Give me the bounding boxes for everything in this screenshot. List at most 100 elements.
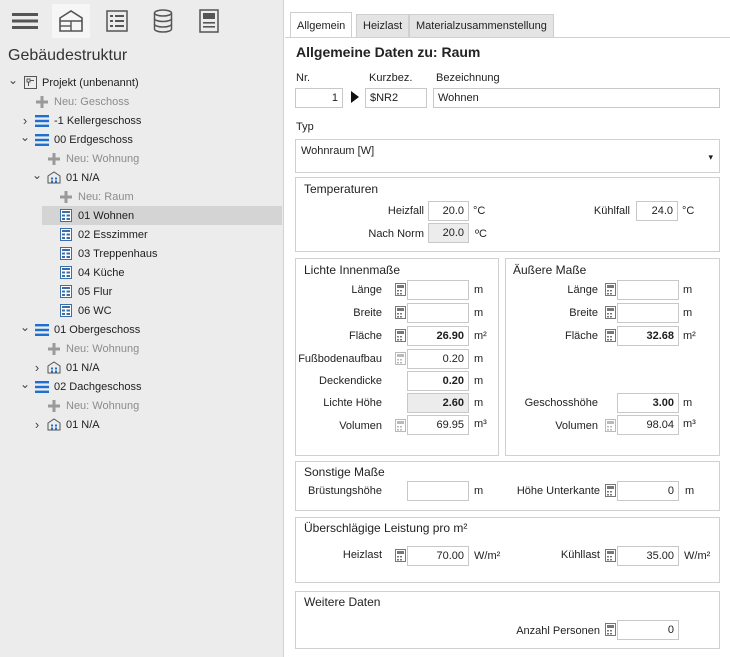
aeussere-breite-field[interactable]: [617, 303, 679, 323]
lichte-breite-label: Breite: [353, 307, 382, 319]
kuehlfall-field[interactable]: 24.0: [636, 201, 678, 221]
tree-item[interactable]: › 01 N/A: [32, 358, 272, 377]
tree-item-label: Neu: Wohnung: [66, 152, 140, 165]
calculator-icon[interactable]: [395, 549, 406, 562]
heizlast-unit: W/m²: [474, 550, 501, 562]
typ-select-value: Wohnraum [W]: [301, 145, 375, 157]
calculator-icon[interactable]: [605, 549, 616, 562]
tree-item[interactable]: › 01 N/A: [32, 415, 272, 434]
room-icon: [59, 228, 73, 242]
calculator-icon[interactable]: [395, 329, 406, 342]
chevron-right-icon[interactable]: ›: [20, 113, 30, 128]
anzahl-personen-field[interactable]: 0: [617, 620, 679, 640]
chevron-down-icon[interactable]: ⌄: [20, 377, 30, 391]
calculator-icon[interactable]: [605, 283, 616, 296]
kuehlfall-label: Kühlfall: [593, 205, 630, 217]
tree-item[interactable]: Neu: Raum: [44, 187, 284, 206]
geschosshoehe-field[interactable]: 3.00: [617, 393, 679, 413]
bezeichnung-field[interactable]: Wohnen: [433, 88, 720, 108]
deckendicke-field[interactable]: 0.20: [407, 371, 469, 391]
aeussere-laenge-field[interactable]: [617, 280, 679, 300]
tree-item[interactable]: ⌄ 01 Obergeschoss: [20, 320, 260, 339]
aeussere-volumen-field[interactable]: 98.04: [617, 415, 679, 435]
tab-materialzusammenstellung[interactable]: Materialzusammenstellung: [409, 14, 554, 37]
calculator-icon[interactable]: [395, 283, 406, 296]
menu-button[interactable]: [6, 4, 44, 38]
heizfall-field[interactable]: 20.0: [428, 201, 469, 221]
hoehe-unterkante-unit: m: [685, 485, 695, 497]
calculator-icon[interactable]: [605, 329, 616, 342]
tree-item[interactable]: 06 WC: [44, 301, 284, 320]
tree-item[interactable]: Neu: Wohnung: [32, 396, 272, 415]
floor-icon: [35, 114, 49, 128]
calculator-icon[interactable]: [605, 623, 616, 636]
sidebar-toolbar: [0, 0, 284, 40]
tree-item[interactable]: 02 Esszimmer: [44, 225, 284, 244]
lichte-volumen-label: Volumen: [339, 420, 382, 432]
form-view-button[interactable]: [190, 4, 228, 38]
tab-heizlast[interactable]: Heizlast: [356, 14, 410, 37]
building-layout-button[interactable]: [52, 4, 90, 38]
fussbodenaufbau-unit: m: [474, 353, 484, 365]
kurzbez-field[interactable]: $NR2: [365, 88, 427, 108]
tree-item[interactable]: 04 Küche: [44, 263, 284, 282]
tree-item[interactable]: 05 Flur: [44, 282, 284, 301]
nr-field[interactable]: 1: [295, 88, 343, 108]
lichte-innenmasse-title: Lichte Innenmaße: [304, 263, 401, 277]
sidebar-title: Gebäudestruktur: [8, 47, 128, 64]
anzahl-personen-label: Anzahl Personen: [516, 625, 600, 637]
calculator-icon[interactable]: [605, 484, 616, 497]
building-layout-icon: [59, 10, 83, 32]
typ-select[interactable]: Wohnraum [W] ▾: [295, 139, 720, 173]
plus-icon: [47, 399, 61, 413]
lichte-volumen-field[interactable]: 69.95: [407, 415, 469, 435]
lichte-flaeche-label: Fläche: [348, 330, 382, 342]
tree-item[interactable]: 01 Wohnen: [42, 206, 282, 225]
tree-item[interactable]: ⌄ 00 Erdgeschoss: [20, 130, 260, 149]
plus-icon: [47, 152, 61, 166]
calculator-icon[interactable]: [605, 306, 616, 319]
heizfall-label: Heizfall: [387, 205, 424, 217]
chevron-right-icon[interactable]: ›: [32, 417, 42, 432]
tree-item-label: 01 N/A: [66, 171, 100, 184]
tree-item[interactable]: Neu: Wohnung: [32, 339, 272, 358]
geschosshoehe-label: Geschosshöhe: [524, 397, 598, 409]
apartment-icon: [47, 171, 61, 185]
calculator-icon[interactable]: [395, 306, 406, 319]
chevron-down-icon[interactable]: ⌄: [20, 130, 30, 144]
chevron-right-icon[interactable]: ›: [32, 360, 42, 375]
hoehe-unterkante-label: Höhe Unterkante: [516, 485, 600, 497]
lichte-hoehe-field: 2.60: [407, 393, 469, 413]
lichte-flaeche-field[interactable]: 26.90: [407, 326, 469, 346]
chevron-down-icon[interactable]: ⌄: [8, 73, 18, 87]
bruestungshoehe-unit: m: [474, 485, 484, 497]
tree-item[interactable]: ⌄ 02 Dachgeschoss: [20, 377, 260, 396]
project-icon: [23, 76, 37, 90]
fussbodenaufbau-field[interactable]: 0.20: [407, 349, 469, 369]
hoehe-unterkante-field[interactable]: 0: [617, 481, 679, 501]
tree-item-label: 01 N/A: [66, 361, 100, 374]
chevron-down-icon[interactable]: ⌄: [20, 320, 30, 334]
list-view-button[interactable]: [98, 4, 136, 38]
bruestungshoehe-field[interactable]: [407, 481, 469, 501]
tree-item-label: 01 Wohnen: [78, 209, 135, 222]
chevron-down-icon: ▾: [708, 152, 713, 162]
plus-icon: [35, 95, 49, 109]
tree-item[interactable]: ⌄ Projekt (unbenannt): [8, 73, 248, 92]
sonstige-masse-title: Sonstige Maße: [304, 465, 385, 479]
kuehllast-field[interactable]: 35.00: [617, 546, 679, 566]
tree-item[interactable]: Neu: Geschoss: [20, 92, 260, 111]
tree-item[interactable]: ⌄ 01 N/A: [32, 168, 272, 187]
tree-item[interactable]: Neu: Wohnung: [32, 149, 272, 168]
heizlast-field[interactable]: 70.00: [407, 546, 469, 566]
chevron-down-icon[interactable]: ⌄: [32, 168, 42, 182]
tree-item-label: 01 N/A: [66, 418, 100, 431]
lichte-breite-field[interactable]: [407, 303, 469, 323]
database-button[interactable]: [144, 4, 182, 38]
lichte-volumen-unit: m³: [474, 418, 487, 430]
lichte-laenge-field[interactable]: [407, 280, 469, 300]
tree-item[interactable]: › -1 Kellergeschoss: [20, 111, 260, 130]
aeussere-flaeche-field[interactable]: 32.68: [617, 326, 679, 346]
tab-allgemein[interactable]: Allgemein: [290, 12, 353, 38]
tree-item[interactable]: 03 Treppenhaus: [44, 244, 284, 263]
